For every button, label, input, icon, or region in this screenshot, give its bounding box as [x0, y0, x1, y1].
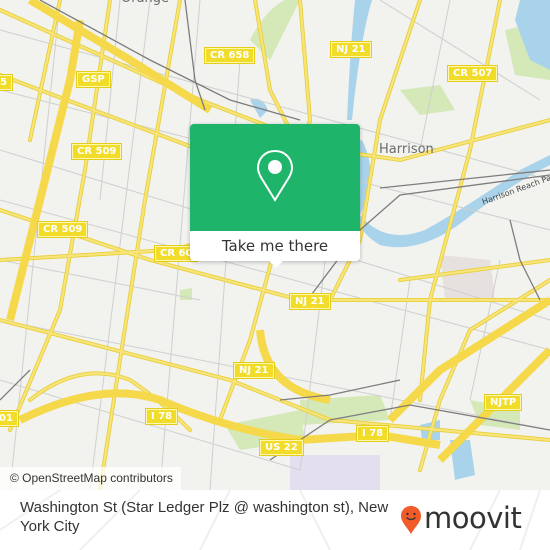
popup-pointer	[268, 260, 284, 268]
route-shield-cr658: CR 658	[205, 48, 255, 63]
take-me-there-button[interactable]: Take me there	[190, 231, 360, 261]
map-pin-icon	[256, 149, 294, 202]
route-shield-cr509: CR 509	[72, 144, 122, 159]
footer: Washington St (Star Ledger Plz @ washing…	[0, 490, 550, 550]
location-title: Washington St (Star Ledger Plz @ washing…	[20, 499, 389, 535]
route-shield-us22: US 22	[260, 440, 303, 455]
route-shield-i78: I 78	[146, 409, 178, 424]
map[interactable]: Orange Harrison Harrison Reach Park CR 6…	[0, 0, 550, 490]
route-shield-i78: I 78	[357, 426, 389, 441]
route-shield-nj21: NJ 21	[331, 42, 371, 57]
place-label-harrison: Harrison	[379, 142, 434, 157]
location-popup: Take me there	[190, 124, 360, 268]
moovit-wordmark: moovit	[424, 501, 522, 535]
popup-header	[190, 124, 360, 231]
route-shield-partial: 5	[0, 75, 12, 90]
route-shield-partial: 01	[0, 411, 18, 426]
route-shield-cr509: CR 509	[38, 222, 88, 237]
route-shield-nj21: NJ 21	[290, 294, 330, 309]
route-shield-nj21: NJ 21	[234, 363, 274, 378]
route-shield-gsp: GSP	[77, 72, 110, 87]
route-shield-cr507: CR 507	[448, 66, 498, 81]
place-label-orange: Orange	[121, 0, 169, 6]
map-attribution[interactable]: © OpenStreetMap contributors	[0, 467, 181, 490]
moovit-pin-smile-icon	[401, 506, 421, 534]
route-shield-njtp: NJTP	[485, 395, 522, 410]
